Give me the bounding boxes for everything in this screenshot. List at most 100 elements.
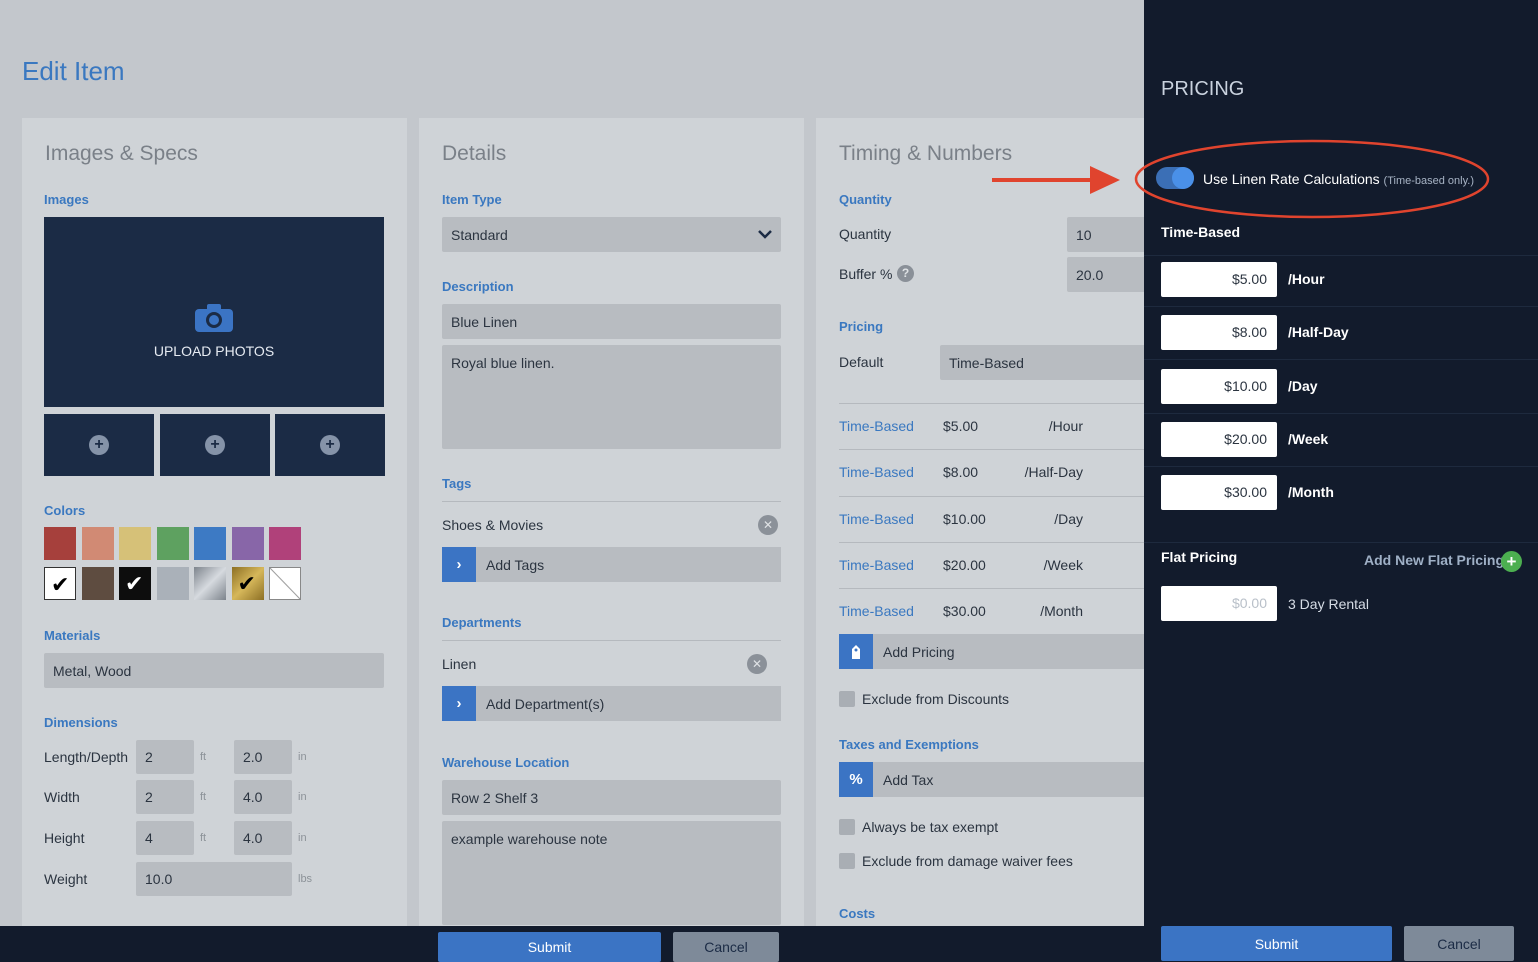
panel-title: Timing & Numbers bbox=[839, 142, 1013, 165]
quantity-input[interactable]: 10 bbox=[1067, 217, 1144, 252]
flat-pricing-label: Flat Pricing bbox=[1161, 549, 1238, 565]
unit-in: in bbox=[298, 791, 307, 803]
height-ft-input[interactable]: 4 bbox=[136, 821, 194, 855]
rate-input[interactable]: $20.00 bbox=[1161, 421, 1277, 457]
chevron-down-icon bbox=[758, 230, 772, 239]
images-specs-panel: Images & Specs Images UPLOAD PHOTOS + + … bbox=[22, 118, 407, 926]
exclude-discounts-label: Exclude from Discounts bbox=[862, 691, 1010, 707]
price-tag-icon bbox=[839, 634, 873, 669]
remove-department-icon[interactable]: ✕ bbox=[747, 654, 767, 674]
color-swatch[interactable] bbox=[156, 527, 189, 560]
length-in-input[interactable]: 2.0 bbox=[234, 740, 292, 774]
default-label: Default bbox=[839, 354, 884, 370]
color-swatch[interactable] bbox=[81, 567, 114, 600]
weight-input[interactable]: 10.0 bbox=[136, 862, 292, 896]
unit-lbs: lbs bbox=[298, 873, 313, 885]
exclude-damage-checkbox[interactable] bbox=[839, 853, 855, 869]
pricing-type-link[interactable]: Time-Based bbox=[839, 464, 914, 480]
color-swatch[interactable]: ✔ bbox=[119, 567, 151, 600]
rate-input[interactable]: $30.00 bbox=[1161, 475, 1277, 511]
width-ft-input[interactable]: 2 bbox=[136, 780, 194, 814]
description-name-input[interactable]: Blue Linen bbox=[442, 304, 781, 339]
submit-button[interactable]: Submit bbox=[438, 932, 661, 962]
pricing-amount: $20.00 bbox=[943, 556, 986, 573]
rate-unit-label: /Day bbox=[1288, 377, 1318, 394]
pricing-type-link[interactable]: Time-Based bbox=[839, 418, 914, 434]
exclude-damage-label: Exclude from damage waiver fees bbox=[862, 853, 1073, 869]
upload-photos-button[interactable]: UPLOAD PHOTOS bbox=[44, 217, 384, 407]
rate-input[interactable]: $5.00 bbox=[1161, 262, 1277, 297]
warehouse-input[interactable]: Row 2 Shelf 3 bbox=[442, 780, 781, 815]
default-pricing-select[interactable]: Time-Based bbox=[940, 345, 1144, 380]
buffer-label: Buffer % bbox=[839, 266, 893, 282]
add-image-slot[interactable]: + bbox=[44, 414, 154, 476]
divider bbox=[1144, 359, 1538, 361]
item-type-select[interactable]: Standard bbox=[442, 217, 781, 252]
add-flat-label: Add New Flat Pricing bbox=[1364, 552, 1505, 568]
color-swatch[interactable] bbox=[269, 527, 301, 560]
panel-title: Details bbox=[442, 142, 507, 165]
exclude-discounts-checkbox[interactable] bbox=[839, 691, 855, 707]
color-swatch[interactable] bbox=[44, 527, 76, 560]
add-image-slot[interactable]: + bbox=[275, 414, 385, 476]
pricing-type-link[interactable]: Time-Based bbox=[839, 511, 914, 527]
tax-exempt-checkbox[interactable] bbox=[839, 819, 855, 835]
divider bbox=[1144, 255, 1538, 256]
description-textarea[interactable]: Royal blue linen. bbox=[442, 345, 781, 449]
add-departments-button[interactable]: › Add Department(s) bbox=[442, 686, 781, 721]
plus-icon: + bbox=[205, 435, 225, 455]
panel-title: Images & Specs bbox=[45, 142, 198, 165]
rate-input[interactable]: $8.00 bbox=[1161, 315, 1277, 351]
rate-input[interactable]: $10.00 bbox=[1161, 368, 1277, 404]
cancel-button[interactable]: Cancel bbox=[673, 932, 779, 962]
color-swatch[interactable] bbox=[156, 567, 189, 600]
add-flat-pricing-button[interactable]: Add New Flat Pricing bbox=[1364, 552, 1504, 568]
add-image-slot[interactable]: + bbox=[160, 414, 270, 476]
length-ft-input[interactable]: 2 bbox=[136, 740, 194, 774]
unit-ft: ft bbox=[200, 832, 207, 844]
add-pricing-label: Add Pricing bbox=[883, 643, 955, 660]
tags-label: Tags bbox=[442, 476, 472, 491]
percent-icon: % bbox=[839, 762, 873, 797]
item-type-label: Item Type bbox=[442, 192, 502, 207]
add-pricing-button[interactable]: Add Pricing bbox=[839, 634, 1144, 669]
color-swatch[interactable] bbox=[81, 527, 114, 560]
drawer-cancel-button[interactable]: Cancel bbox=[1404, 926, 1514, 961]
unit-ft: ft bbox=[200, 791, 207, 803]
color-swatch[interactable]: ✔ bbox=[44, 567, 76, 600]
divider bbox=[1144, 542, 1538, 543]
divider bbox=[1144, 412, 1538, 414]
color-swatch[interactable] bbox=[269, 567, 301, 600]
add-tax-button[interactable]: % Add Tax bbox=[839, 762, 1144, 797]
flat-price-input[interactable]: $0.00 bbox=[1161, 586, 1277, 621]
pricing-section-label: Pricing bbox=[839, 319, 884, 334]
divider bbox=[1144, 465, 1538, 467]
pricing-amount: $10.00 bbox=[943, 510, 986, 527]
color-swatch[interactable] bbox=[231, 527, 264, 560]
drawer-submit-button[interactable]: Submit bbox=[1161, 926, 1392, 961]
images-label: Images bbox=[44, 192, 89, 207]
pricing-type-link[interactable]: Time-Based bbox=[839, 557, 914, 573]
height-in-input[interactable]: 4.0 bbox=[234, 821, 292, 855]
upload-photos-label: UPLOAD PHOTOS bbox=[153, 343, 275, 359]
remove-tag-icon[interactable]: ✕ bbox=[758, 515, 778, 535]
add-circle-icon[interactable]: + bbox=[1501, 551, 1522, 572]
buffer-input[interactable]: 20.0 bbox=[1067, 257, 1144, 292]
check-icon: ✔ bbox=[51, 572, 70, 597]
color-swatch[interactable] bbox=[119, 527, 151, 560]
pricing-amount: $30.00 bbox=[943, 603, 986, 620]
plus-icon: + bbox=[89, 435, 109, 455]
add-tags-button[interactable]: › Add Tags bbox=[442, 547, 781, 582]
pricing-type-link[interactable]: Time-Based bbox=[839, 603, 914, 619]
rate-unit-label: /Hour bbox=[1288, 271, 1325, 287]
warehouse-note-textarea[interactable]: example warehouse note bbox=[442, 821, 781, 925]
color-swatch[interactable] bbox=[194, 527, 226, 560]
color-swatch[interactable] bbox=[194, 567, 226, 600]
color-swatch[interactable]: ✔ bbox=[231, 567, 264, 600]
annotation-arrow bbox=[992, 166, 1120, 194]
width-in-input[interactable]: 4.0 bbox=[234, 780, 292, 814]
unit-in: in bbox=[298, 832, 307, 844]
colors-label: Colors bbox=[44, 503, 86, 518]
materials-input[interactable]: Metal, Wood bbox=[44, 653, 384, 688]
help-icon[interactable]: ? bbox=[897, 265, 914, 282]
